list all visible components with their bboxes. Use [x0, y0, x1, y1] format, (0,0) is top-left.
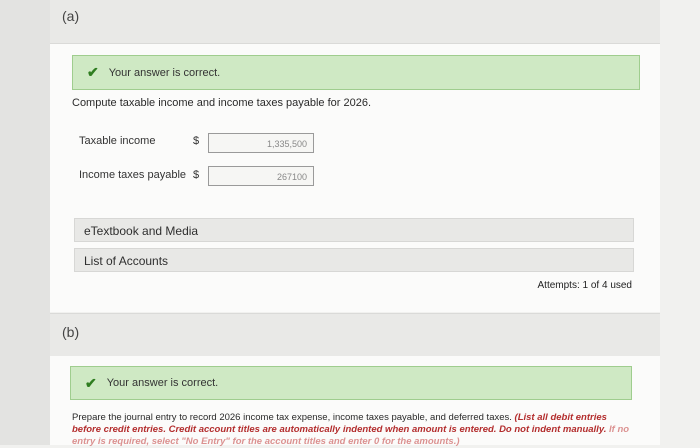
attempts-counter: Attempts: 1 of 4 used	[537, 280, 633, 291]
part-b-instructions: Prepare the journal entry to record 2026…	[72, 412, 632, 448]
check-icon: ✔	[87, 64, 99, 80]
part-b-header: (b)	[50, 313, 660, 357]
part-a-question: Compute taxable income and income taxes …	[72, 97, 372, 109]
income-taxes-payable-currency: $	[193, 169, 200, 181]
left-shade	[0, 0, 50, 445]
part-b-label: (b)	[62, 324, 80, 340]
part-a-label: (a)	[62, 8, 80, 24]
part-a-feedback-text: Your answer is correct.	[108, 66, 221, 79]
part-b-feedback-text: Your answer is correct.	[106, 377, 219, 389]
taxable-income-currency: $	[193, 135, 200, 147]
taxable-income-input[interactable]: 1,335,500	[208, 133, 314, 153]
taxable-income-label: Taxable income	[79, 135, 156, 147]
part-b-instructions-plain: Prepare the journal entry to record 2026…	[72, 412, 515, 423]
check-icon: ✔	[85, 374, 97, 391]
etextbook-media-link[interactable]: eTextbook and Media	[74, 218, 634, 242]
part-a-success-banner: ✔ Your answer is correct.	[72, 55, 640, 90]
income-taxes-payable-label: Income taxes payable	[79, 169, 187, 181]
list-of-accounts-link[interactable]: List of Accounts	[74, 248, 634, 272]
part-b-success-banner: ✔ Your answer is correct.	[70, 366, 632, 400]
income-taxes-payable-input[interactable]: 267100	[208, 166, 314, 186]
part-a-header: (a)	[50, 0, 660, 44]
